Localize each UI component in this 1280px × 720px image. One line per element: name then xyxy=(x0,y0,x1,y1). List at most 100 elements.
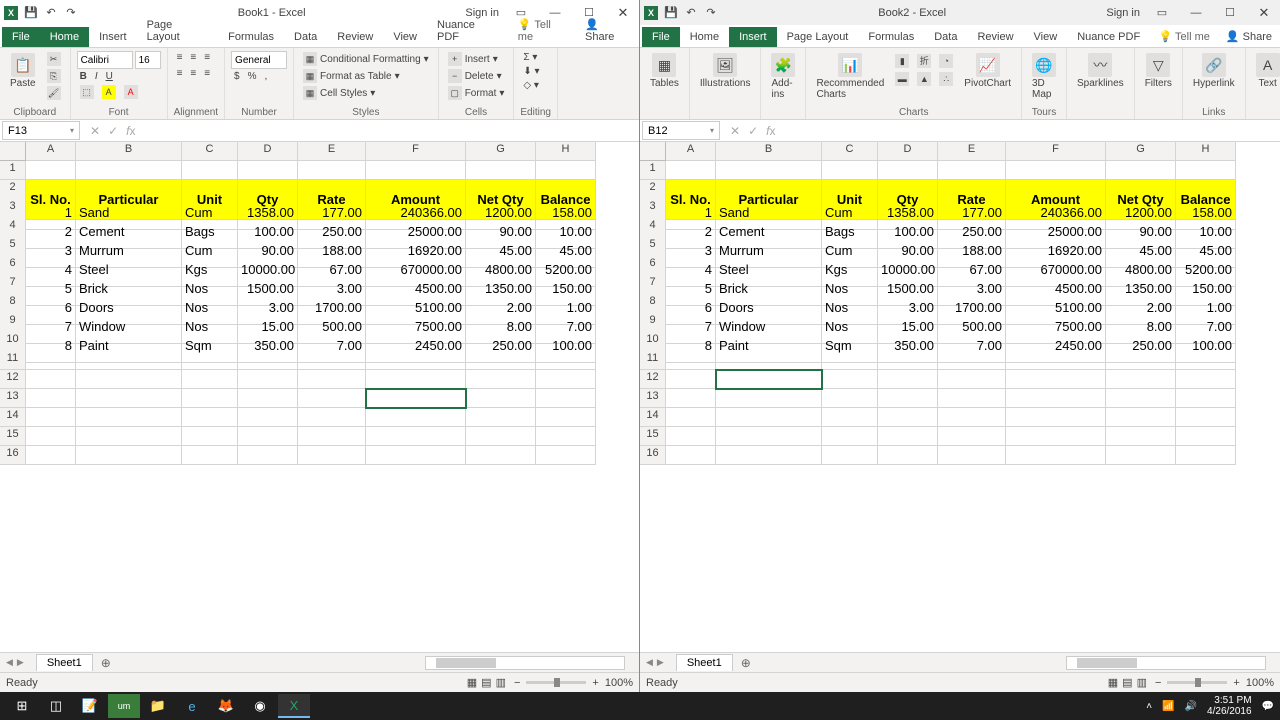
filters-button[interactable]: ▽Filters xyxy=(1141,51,1176,91)
cell[interactable] xyxy=(238,427,298,446)
page-break-icon[interactable]: ▥ xyxy=(496,676,506,689)
align-center-button[interactable]: ≡ xyxy=(187,67,199,80)
copy-button[interactable]: ⎘ xyxy=(44,68,64,84)
tray-chevron-icon[interactable]: ˄ xyxy=(1146,701,1152,712)
pivotchart-button[interactable]: 📈PivotChart xyxy=(960,51,1015,91)
cell[interactable] xyxy=(822,446,878,465)
comma-button[interactable]: , xyxy=(262,70,271,83)
taskbar-app-edge[interactable]: e xyxy=(176,694,208,718)
row-header[interactable]: 16 xyxy=(640,446,666,465)
zoom-level[interactable]: 100% xyxy=(605,677,633,689)
row-header[interactable]: 12 xyxy=(0,370,26,389)
hyperlink-button[interactable]: 🔗Hyperlink xyxy=(1189,51,1239,91)
cell[interactable] xyxy=(466,161,536,180)
taskbar-app-chrome[interactable]: ◉ xyxy=(244,694,276,718)
sheet-next-icon[interactable]: ▶ xyxy=(17,657,24,668)
cell[interactable] xyxy=(822,161,878,180)
cell[interactable] xyxy=(878,446,938,465)
cell[interactable] xyxy=(238,161,298,180)
cell[interactable] xyxy=(666,370,716,389)
cell[interactable] xyxy=(716,408,822,427)
share-button[interactable]: 👤 Share xyxy=(1218,26,1280,47)
cell[interactable] xyxy=(298,427,366,446)
pie-chart-icon[interactable]: ◔ xyxy=(936,53,956,69)
cell[interactable] xyxy=(1176,161,1236,180)
tell-me-input[interactable]: 💡 Tell me xyxy=(510,14,577,47)
align-bot-button[interactable]: ≡ xyxy=(201,51,213,64)
cancel-formula-icon[interactable]: ✕ xyxy=(730,124,740,138)
cell[interactable] xyxy=(1106,370,1176,389)
cell[interactable] xyxy=(1006,446,1106,465)
column-chart-icon[interactable]: ▮ xyxy=(892,53,912,69)
task-view-icon[interactable]: ◫ xyxy=(40,694,72,718)
cell[interactable] xyxy=(1176,389,1236,408)
tab-insert[interactable]: Insert xyxy=(89,27,137,47)
zoom-in-button[interactable]: + xyxy=(592,677,598,689)
ribbon-options-icon[interactable]: ▭ xyxy=(1150,4,1174,22)
cell[interactable] xyxy=(822,427,878,446)
fx-icon[interactable]: fx xyxy=(126,124,135,138)
tab-data[interactable]: Data xyxy=(284,27,327,47)
name-box[interactable]: B12▾ xyxy=(642,121,720,140)
cell[interactable] xyxy=(716,389,822,408)
cell[interactable] xyxy=(182,446,238,465)
close-button[interactable]: ✕ xyxy=(1252,4,1276,22)
row-header[interactable]: 14 xyxy=(640,408,666,427)
row-header[interactable]: 13 xyxy=(0,389,26,408)
page-layout-icon[interactable]: ▤ xyxy=(1122,676,1132,689)
cell[interactable] xyxy=(1176,408,1236,427)
cell[interactable] xyxy=(536,408,596,427)
cell[interactable] xyxy=(1006,427,1106,446)
col-header[interactable]: A xyxy=(26,142,76,161)
cell[interactable] xyxy=(666,446,716,465)
format-as-table-button[interactable]: ▦Format as Table ▾ xyxy=(300,68,403,84)
cell[interactable] xyxy=(366,351,466,370)
cell[interactable] xyxy=(938,427,1006,446)
paste-button[interactable]: 📋Paste xyxy=(6,51,40,91)
cell[interactable] xyxy=(466,408,536,427)
cell[interactable] xyxy=(822,370,878,389)
formula-input[interactable] xyxy=(143,120,639,141)
cell[interactable] xyxy=(238,351,298,370)
delete-cells-button[interactable]: −Delete ▾ xyxy=(445,68,505,84)
cell[interactable] xyxy=(26,351,76,370)
cell[interactable] xyxy=(466,427,536,446)
tell-me-input[interactable]: 💡 Tell me xyxy=(1150,26,1217,47)
redo-icon[interactable]: ↷ xyxy=(64,6,78,20)
align-right-button[interactable]: ≡ xyxy=(201,67,213,80)
cell[interactable] xyxy=(536,161,596,180)
row-header[interactable]: 16 xyxy=(0,446,26,465)
conditional-formatting-button[interactable]: ▦Conditional Formatting ▾ xyxy=(300,51,432,67)
cell[interactable] xyxy=(1176,446,1236,465)
cell[interactable] xyxy=(1106,161,1176,180)
cell[interactable] xyxy=(76,408,182,427)
row-header[interactable]: 15 xyxy=(0,427,26,446)
row-header[interactable]: 1 xyxy=(640,161,666,180)
sheet-next-icon[interactable]: ▶ xyxy=(657,657,664,668)
cell[interactable] xyxy=(938,408,1006,427)
currency-button[interactable]: $ xyxy=(231,70,243,83)
cell[interactable] xyxy=(536,446,596,465)
3dmap-button[interactable]: 🌐3D Map xyxy=(1028,51,1060,102)
cell[interactable] xyxy=(1006,370,1106,389)
cell[interactable] xyxy=(716,370,822,389)
cell[interactable] xyxy=(182,408,238,427)
tab-data[interactable]: Data xyxy=(924,27,967,47)
tab-file[interactable]: File xyxy=(642,27,680,47)
share-button[interactable]: 👤 Share xyxy=(577,14,639,47)
col-header[interactable]: F xyxy=(366,142,466,161)
cell[interactable] xyxy=(878,351,938,370)
cell[interactable] xyxy=(878,161,938,180)
tab-formulas[interactable]: Formulas xyxy=(218,27,284,47)
align-top-button[interactable]: ≡ xyxy=(174,51,186,64)
cell[interactable] xyxy=(366,446,466,465)
cell[interactable] xyxy=(536,427,596,446)
tray-network-icon[interactable]: 📶 xyxy=(1162,701,1174,712)
cell[interactable] xyxy=(298,370,366,389)
cell[interactable] xyxy=(466,370,536,389)
tab-formulas[interactable]: Formulas xyxy=(858,27,924,47)
select-all-corner[interactable] xyxy=(640,142,666,161)
tab-review[interactable]: Review xyxy=(967,27,1023,47)
cell[interactable] xyxy=(238,408,298,427)
cell[interactable] xyxy=(26,408,76,427)
